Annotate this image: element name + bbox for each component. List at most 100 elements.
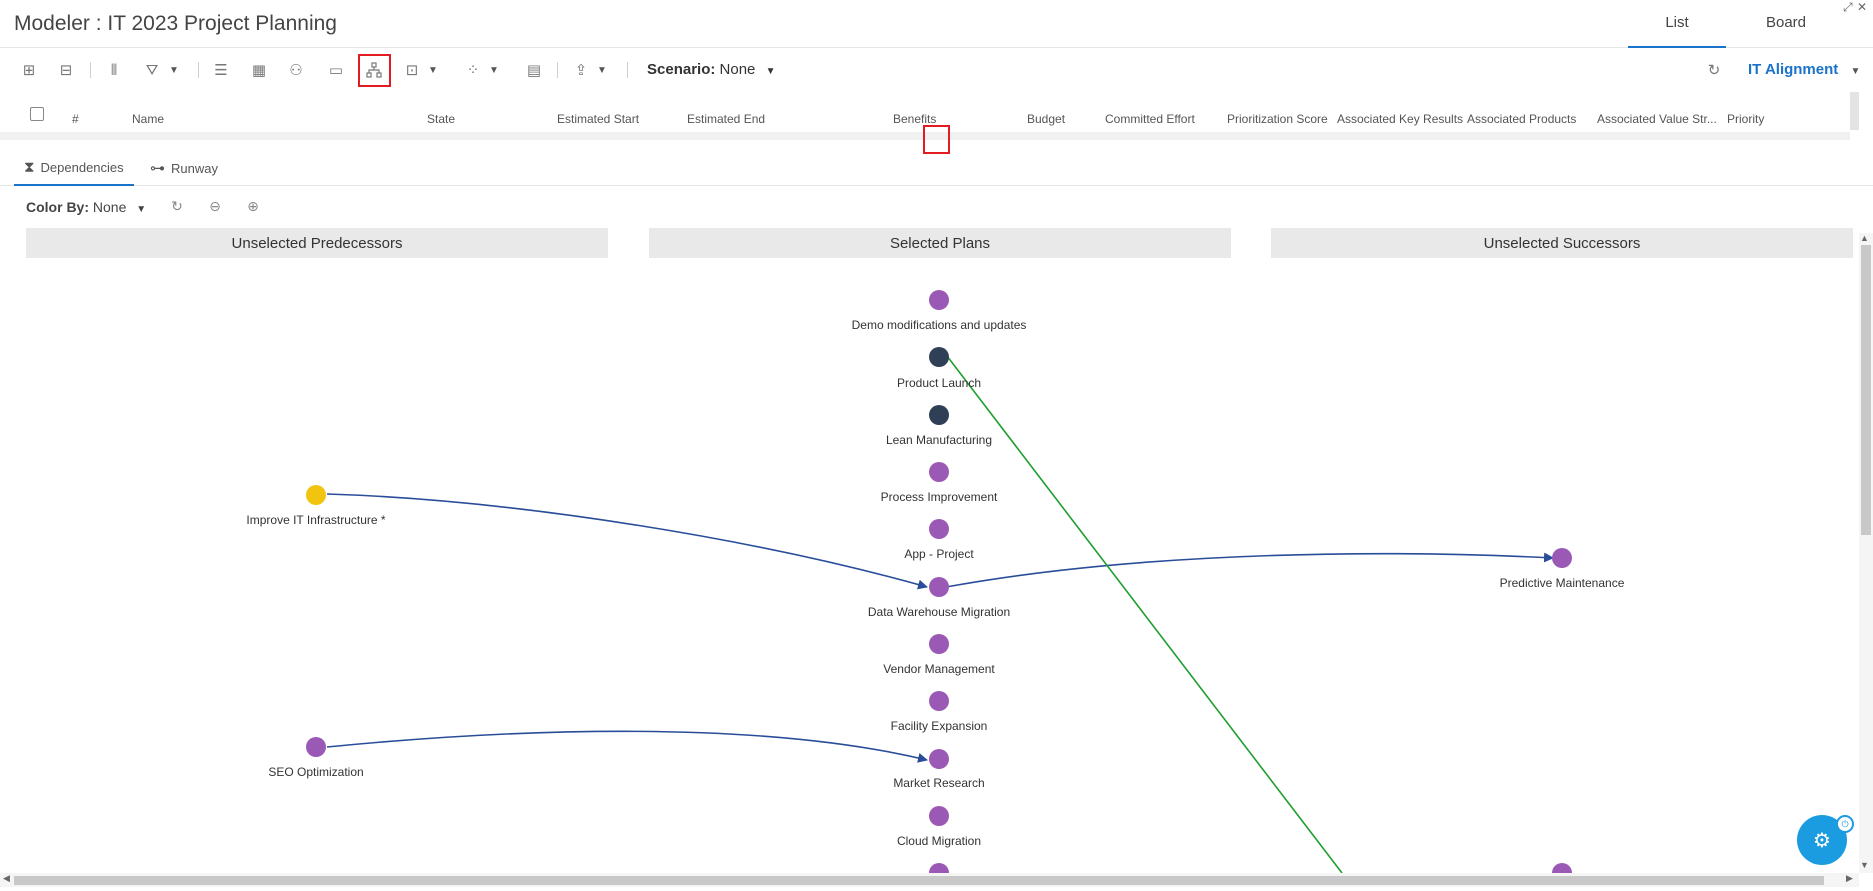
collapse-all-icon[interactable]: ⊟ — [54, 58, 78, 82]
node-cloud-migration[interactable] — [929, 806, 949, 826]
node-predictive-maintenance[interactable] — [1552, 548, 1572, 568]
dependencies-icon: ⧗ — [24, 158, 35, 176]
title-bar: Modeler : IT 2023 Project Planning List … — [0, 0, 1873, 48]
color-by-value: None — [92, 199, 127, 215]
tab-dependencies[interactable]: ⧗ Dependencies — [14, 150, 134, 186]
toolbar-divider — [627, 62, 628, 78]
report-icon[interactable]: ▤ — [522, 58, 546, 82]
scenario-label: Scenario: — [647, 61, 716, 78]
chevron-down-icon: ▼ — [765, 66, 776, 77]
column-header[interactable]: Estimated Start — [557, 112, 639, 126]
toolbar: ⊞ ⊟ ⫴ ⛛ ▼ ☰ ▦ ⚇ ▭ ⊡ ▼ ⁘ ▼ ▤ ⇪ ▼ — [0, 50, 1873, 90]
close-icon[interactable]: ✕ — [1857, 0, 1867, 14]
node-improve-it-infrastructure[interactable] — [306, 485, 326, 505]
column-header[interactable]: State — [427, 112, 455, 126]
column-header[interactable]: Priority — [1727, 112, 1764, 126]
node-demo-modifications[interactable] — [929, 290, 949, 310]
node-label: App - Project — [904, 547, 974, 561]
refresh-icon[interactable]: ↻ — [1702, 58, 1726, 82]
power-icon[interactable]: ⏻ — [1836, 815, 1854, 833]
dependency-link — [326, 730, 928, 763]
scrollbar-thumb[interactable] — [1861, 245, 1871, 535]
column-header[interactable]: Budget — [1027, 112, 1065, 126]
grid-scrollbar[interactable] — [1850, 92, 1859, 130]
scroll-down-icon[interactable]: ▼ — [1860, 860, 1869, 870]
node-label: Improve IT Infrastructure * — [246, 513, 386, 527]
column-header[interactable]: Associated Products — [1467, 112, 1576, 126]
toolbar-divider — [90, 62, 91, 78]
node-label: Vendor Management — [883, 662, 995, 676]
node-seo-optimization[interactable] — [306, 737, 326, 757]
horizontal-scrollbar[interactable]: ◀ ▶ — [0, 873, 1859, 887]
scenario-value: None — [719, 61, 756, 78]
scenario-selector[interactable]: Scenario: None ▼ — [647, 61, 775, 78]
scroll-left-icon[interactable]: ◀ — [3, 873, 10, 884]
zoom-out-icon[interactable]: ⊖ — [204, 195, 226, 217]
tab-label: Runway — [171, 160, 218, 176]
export-dropdown-caret[interactable]: ▼ — [596, 58, 608, 82]
column-header[interactable]: Benefits — [893, 112, 936, 126]
people-icon[interactable]: ⚇ — [284, 58, 308, 82]
node-label: Product Launch — [896, 376, 982, 390]
scroll-right-icon[interactable]: ▶ — [1846, 873, 1853, 884]
money-icon[interactable]: ▭ — [324, 58, 348, 82]
column-header[interactable]: Associated Value Str... — [1597, 112, 1717, 126]
page-title: Modeler : IT 2023 Project Planning — [14, 12, 337, 35]
chart-icon[interactable]: ⊡ — [400, 58, 424, 82]
tab-runway[interactable]: ⊶ Runway — [150, 150, 218, 186]
lane-header-predecessors: Unselected Predecessors — [26, 228, 608, 258]
column-header[interactable]: Name — [132, 112, 164, 126]
grid-icon[interactable]: ▦ — [247, 58, 271, 82]
tab-board[interactable]: Board — [1736, 14, 1836, 48]
node-process-improvement[interactable] — [929, 462, 949, 482]
filter-dropdown-caret[interactable]: ▼ — [168, 58, 180, 82]
column-header[interactable]: Prioritization Score — [1227, 112, 1328, 126]
column-header[interactable]: Committed Effort — [1105, 112, 1195, 126]
alignment-label: IT Alignment — [1748, 61, 1839, 78]
gantt-icon[interactable]: ☰ — [209, 58, 233, 82]
node-vendor-management[interactable] — [929, 634, 949, 654]
zoom-in-icon[interactable]: ⊕ — [242, 195, 264, 217]
scroll-up-icon[interactable]: ▲ — [1860, 233, 1869, 243]
toolbar-divider — [557, 62, 558, 78]
node-data-warehouse-migration[interactable] — [929, 577, 949, 597]
alignment-selector[interactable]: IT Alignment ▼ — [1748, 61, 1860, 78]
node-label: Lean Manufacturing — [885, 433, 993, 447]
node-product-launch[interactable] — [929, 347, 949, 367]
node-label: Predictive Maintenance — [1499, 576, 1625, 590]
node-lean-manufacturing[interactable] — [929, 405, 949, 425]
filter-icon[interactable]: ⛛ — [140, 58, 164, 82]
column-header[interactable]: # — [72, 112, 79, 126]
tab-label: Dependencies — [40, 159, 124, 175]
export-icon[interactable]: ⇪ — [569, 58, 593, 82]
vertical-scrollbar[interactable]: ▲ ▼ — [1859, 233, 1873, 873]
column-header[interactable]: Estimated End — [687, 112, 765, 126]
columns-icon[interactable]: ⫴ — [102, 58, 126, 82]
lane-header-successors: Unselected Successors — [1271, 228, 1853, 258]
node-label: Data Warehouse Migration — [867, 605, 1011, 619]
node-label: Process Improvement — [880, 490, 998, 504]
scrollbar-thumb[interactable] — [14, 876, 1824, 885]
tab-list[interactable]: List — [1628, 14, 1726, 48]
chevron-down-icon: ▼ — [1850, 66, 1861, 77]
node-market-research[interactable] — [929, 749, 949, 769]
node-label: SEO Optimization — [268, 765, 364, 779]
node-app-project[interactable] — [929, 519, 949, 539]
column-header[interactable]: Associated Key Results — [1337, 112, 1463, 126]
toolbar-divider — [198, 62, 199, 78]
chart-dropdown-caret[interactable]: ▼ — [427, 58, 439, 82]
scatter-icon[interactable]: ⁘ — [461, 58, 485, 82]
reset-icon[interactable]: ↻ — [166, 195, 188, 217]
color-by-label: Color By: — [26, 199, 89, 215]
color-by-selector[interactable]: Color By: None ▼ — [26, 199, 146, 215]
restore-window-icon[interactable]: ⤢ — [1843, 0, 1853, 15]
lane-header-selected: Selected Plans — [649, 228, 1231, 258]
node-label: Facility Expansion — [890, 719, 988, 733]
dependency-diagram: Improve IT Infrastructure * SEO Optimiza… — [0, 260, 1858, 873]
scatter-dropdown-caret[interactable]: ▼ — [488, 58, 500, 82]
node-label: Cloud Migration — [896, 834, 982, 848]
node-facility-expansion[interactable] — [929, 691, 949, 711]
runway-icon: ⊶ — [150, 160, 165, 177]
expand-all-icon[interactable]: ⊞ — [17, 58, 41, 82]
assistant-icon: ⚙ — [1813, 829, 1831, 852]
